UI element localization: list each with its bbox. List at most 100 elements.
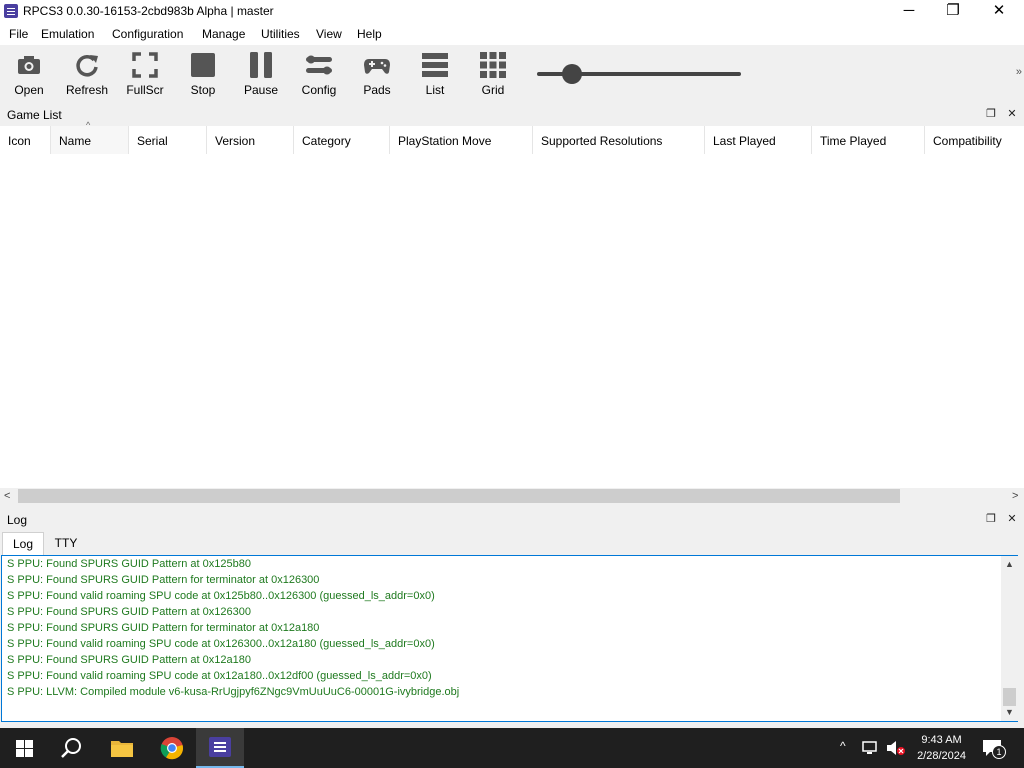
column-header-name[interactable]: Name [51, 126, 129, 154]
config-icon [306, 55, 332, 75]
clock-date: 2/28/2024 [917, 750, 966, 762]
column-header-last-played[interactable]: Last Played [705, 126, 812, 154]
grid-label: Grid [481, 83, 505, 97]
refresh-label: Refresh [65, 83, 109, 97]
log-line: S PPU: Found SPURS GUID Pattern at 0x126… [7, 606, 251, 618]
stop-label: Stop [190, 83, 216, 97]
fullscreen-button[interactable]: FullScr [116, 45, 174, 103]
sort-ascending-icon: ^ [86, 120, 91, 130]
open-button[interactable]: Open [0, 45, 58, 103]
scroll-down-icon[interactable]: ▼ [1001, 707, 1018, 717]
column-header-playstation-move[interactable]: PlayStation Move [390, 126, 533, 154]
log-line: S PPU: Found SPURS GUID Pattern at 0x125… [7, 558, 251, 570]
taskbar: ^ 9:43 AM 2/28/2024 1 [0, 728, 1024, 768]
stop-button[interactable]: Stop [174, 45, 232, 103]
zoom-slider-handle[interactable] [562, 64, 582, 84]
tab-tty[interactable]: TTY [46, 532, 86, 554]
log-line: S PPU: LLVM: Compiled module v6-kusa-RrU… [7, 686, 460, 698]
search-button[interactable] [48, 728, 96, 768]
column-header-supported-resolutions[interactable]: Supported Resolutions [533, 126, 705, 154]
action-center-button[interactable]: 1 [980, 737, 1006, 759]
list-icon [422, 53, 448, 77]
rpcs3-taskbar-button[interactable] [196, 728, 244, 768]
float-icon[interactable]: ❐ [984, 512, 998, 526]
log-line: S PPU: Found valid roaming SPU code at 0… [7, 590, 435, 602]
menu-view[interactable]: View [316, 27, 342, 41]
search-icon [61, 738, 81, 758]
pause-button[interactable]: Pause [232, 45, 290, 103]
grid-icon [480, 52, 506, 78]
column-header-compatibility[interactable]: Compatibility [925, 126, 1024, 154]
scroll-right-icon[interactable]: > [1012, 488, 1018, 505]
scroll-left-icon[interactable]: < [4, 488, 10, 505]
pause-label: Pause [243, 83, 279, 97]
column-header-serial[interactable]: Serial [129, 126, 207, 154]
config-button[interactable]: Config [290, 45, 348, 103]
stop-icon [191, 53, 215, 77]
grid-view-button[interactable]: Grid [464, 45, 522, 103]
file-explorer-button[interactable] [98, 728, 146, 768]
scrollbar-thumb[interactable] [1003, 688, 1016, 706]
gamelist-title: Game List [7, 108, 62, 122]
rpcs3-app-icon [4, 4, 18, 18]
chrome-icon [160, 737, 184, 760]
rpcs3-icon [209, 737, 231, 757]
menu-help[interactable]: Help [357, 27, 382, 41]
gamelist-horizontal-scrollbar[interactable]: < > [0, 488, 1024, 505]
log-vertical-scrollbar[interactable]: ▲ ▼ [1001, 556, 1018, 721]
log-dock-header: Log ❐ ✕ [0, 509, 1024, 531]
log-line: S PPU: Found valid roaming SPU code at 0… [7, 670, 432, 682]
menu-utilities[interactable]: Utilities [261, 27, 300, 41]
refresh-button[interactable]: Refresh [58, 45, 116, 103]
scrollbar-thumb[interactable] [18, 489, 900, 503]
log-line: S PPU: Found SPURS GUID Pattern at 0x12a… [7, 654, 251, 666]
notification-badge: 1 [992, 745, 1006, 759]
float-icon[interactable]: ❐ [984, 107, 998, 121]
show-hidden-icons-icon[interactable]: ^ [840, 739, 846, 753]
close-button[interactable]: ✕ [976, 0, 1022, 24]
minimize-button[interactable]: ─ [886, 0, 932, 24]
restore-button[interactable]: ❐ [930, 0, 976, 24]
column-header-category[interactable]: Category [294, 126, 390, 154]
windows-logo-icon [16, 740, 33, 757]
config-label: Config [301, 83, 337, 97]
open-label: Open [14, 83, 44, 97]
refresh-icon [76, 55, 98, 77]
taskbar-clock[interactable]: 9:43 AM 2/28/2024 [917, 732, 966, 764]
game-list-table[interactable]: Icon Name Serial Version Category PlaySt… [0, 126, 1024, 488]
column-header-version[interactable]: Version [207, 126, 294, 154]
title-bar: RPCS3 0.0.30-16153-2cbd983b Alpha | mast… [0, 0, 1024, 24]
log-line: S PPU: Found SPURS GUID Pattern for term… [7, 622, 320, 634]
close-icon[interactable]: ✕ [1005, 512, 1019, 526]
column-header-time-played[interactable]: Time Played [812, 126, 925, 154]
gamepad-icon [364, 59, 390, 74]
menu-manage[interactable]: Manage [202, 27, 245, 41]
folder-icon [111, 741, 133, 757]
volume-muted-icon[interactable] [886, 740, 906, 756]
pads-label: Pads [363, 83, 391, 97]
list-view-button[interactable]: List [406, 45, 464, 103]
pads-button[interactable]: Pads [348, 45, 406, 103]
close-icon[interactable]: ✕ [1005, 107, 1019, 121]
clock-time: 9:43 AM [921, 734, 962, 746]
toolbar-overflow-icon[interactable]: » [1016, 66, 1022, 78]
column-header-icon[interactable]: Icon [0, 126, 51, 154]
list-label: List [425, 83, 445, 97]
main-toolbar: Open Refresh FullScr Stop Pause Config P… [0, 45, 1024, 103]
menu-emulation[interactable]: Emulation [41, 27, 94, 41]
chrome-button[interactable] [148, 728, 196, 768]
camera-icon [18, 56, 40, 74]
log-output[interactable]: S PPU: Found SPURS GUID Pattern at 0x125… [1, 555, 1018, 722]
tab-log[interactable]: Log [2, 532, 44, 555]
start-button[interactable] [0, 728, 48, 768]
log-title: Log [7, 513, 28, 527]
menu-file[interactable]: File [9, 27, 28, 41]
network-icon[interactable] [862, 741, 880, 755]
scroll-up-icon[interactable]: ▲ [1001, 559, 1018, 569]
fullscreen-icon [132, 52, 158, 78]
window-title: RPCS3 0.0.30-16153-2cbd983b Alpha | mast… [23, 4, 274, 18]
log-line: S PPU: Found SPURS GUID Pattern for term… [7, 574, 320, 586]
gamelist-dock-header: Game List ❐ ✕ [0, 104, 1024, 126]
menu-configuration[interactable]: Configuration [112, 27, 183, 41]
menu-bar: File Emulation Configuration Manage Util… [0, 24, 1024, 45]
